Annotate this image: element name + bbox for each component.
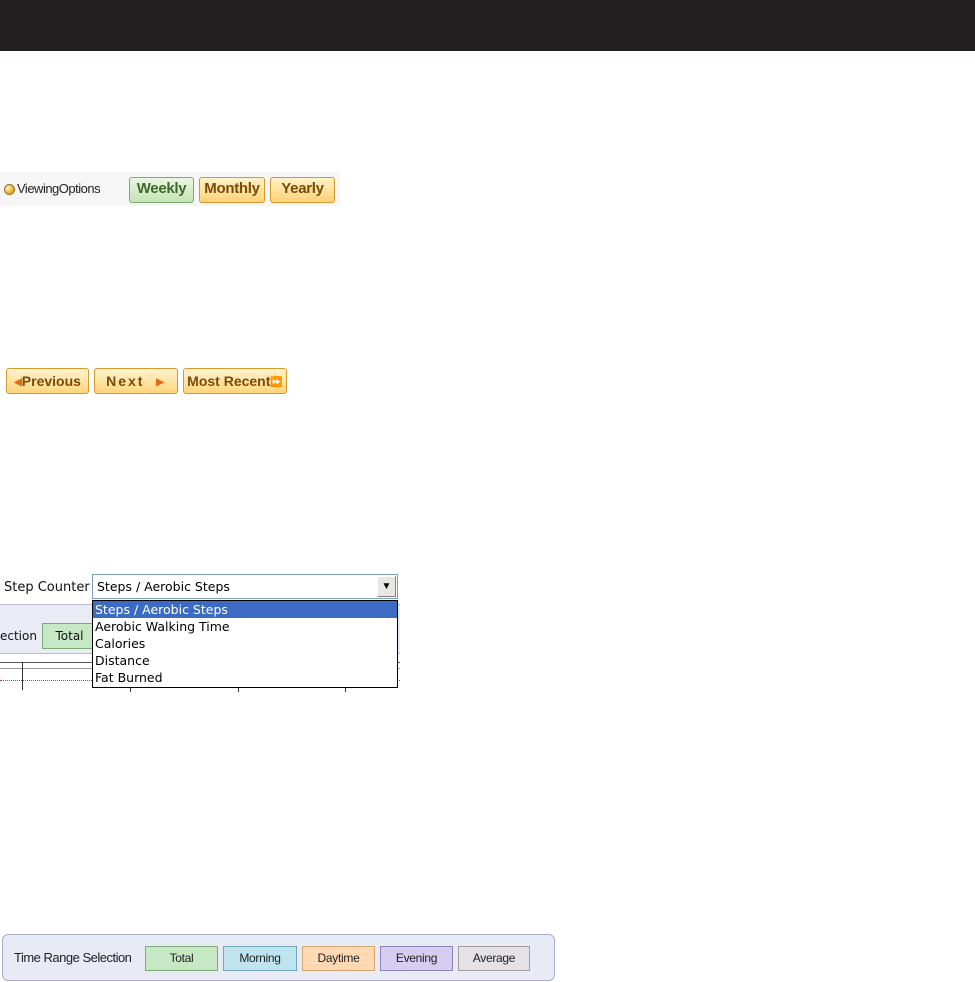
top-bar [0, 0, 975, 51]
monthly-button[interactable]: Monthly [199, 177, 265, 203]
left-triangle-icon: ◀ [14, 377, 22, 388]
total-button[interactable]: Total [145, 946, 218, 971]
dropdown-option-steps[interactable]: Steps / Aerobic Steps [93, 601, 397, 618]
dropdown-option-calories[interactable]: Calories [93, 635, 397, 652]
step-counter-select[interactable]: Steps / Aerobic Steps ▼ [92, 574, 398, 599]
average-button[interactable]: Average [458, 946, 530, 971]
viewing-options-bar: ViewingOptions Weekly Monthly Yearly [0, 172, 340, 206]
dropdown-option-aerobic-walking-time[interactable]: Aerobic Walking Time [93, 618, 397, 635]
most-recent-label: Most Recent [187, 373, 271, 389]
step-counter-label: Step Counter [4, 580, 90, 595]
previous-button[interactable]: ◀Previous [6, 368, 89, 394]
behind-total-button[interactable]: Total [42, 623, 97, 649]
most-recent-button[interactable]: Most Recent⏩ [183, 368, 287, 394]
step-counter-dropdown-list: Steps / Aerobic Steps Aerobic Walking Ti… [92, 600, 398, 688]
bullet-orb-icon [4, 184, 15, 195]
step-counter-selected-value: Steps / Aerobic Steps [97, 579, 230, 594]
dropdown-option-fat-burned[interactable]: Fat Burned [93, 669, 397, 686]
chart-axis-line [22, 662, 23, 690]
viewing-options-label: ViewingOptions [17, 181, 101, 196]
time-range-panel: Time Range Selection Total Morning Dayti… [2, 934, 555, 981]
morning-button[interactable]: Morning [223, 946, 297, 971]
yearly-button[interactable]: Yearly [270, 177, 335, 203]
evening-button[interactable]: Evening [380, 946, 453, 971]
time-range-label: Time Range Selection [14, 950, 132, 965]
dropdown-option-distance[interactable]: Distance [93, 652, 397, 669]
daytime-button[interactable]: Daytime [302, 946, 375, 971]
next-label: Next [106, 373, 145, 389]
dropdown-arrow-icon[interactable]: ▼ [377, 576, 396, 597]
double-right-arrow-icon: ⏩ [270, 377, 283, 388]
partial-selection-label: ection [0, 629, 37, 643]
previous-label: Previous [21, 373, 81, 389]
next-button[interactable]: Next ▶ [94, 368, 178, 394]
right-triangle-icon: ▶ [156, 377, 166, 388]
weekly-button[interactable]: Weekly [129, 177, 194, 203]
